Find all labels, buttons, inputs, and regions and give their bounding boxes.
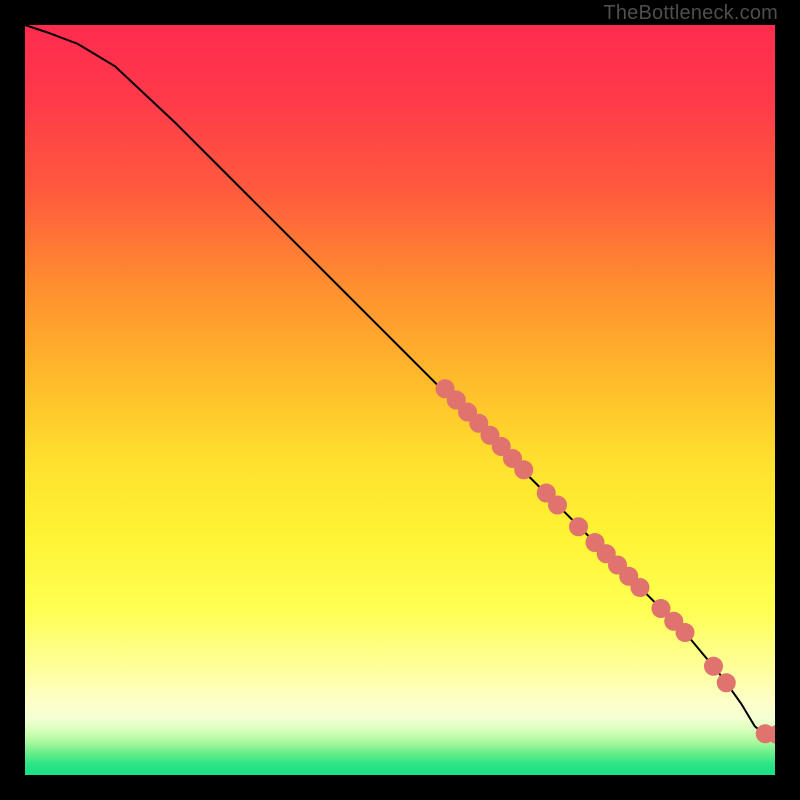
data-point [570,518,588,536]
plot-area [25,25,775,775]
chart-svg [25,25,775,775]
data-point [631,579,649,597]
gradient-background [25,25,775,775]
watermark-text: TheBottleneck.com [603,2,778,25]
data-point [717,674,735,692]
chart-frame: TheBottleneck.com [0,0,800,800]
data-point [676,624,694,642]
data-point [705,657,723,675]
data-point [549,496,567,514]
data-point [515,461,533,479]
